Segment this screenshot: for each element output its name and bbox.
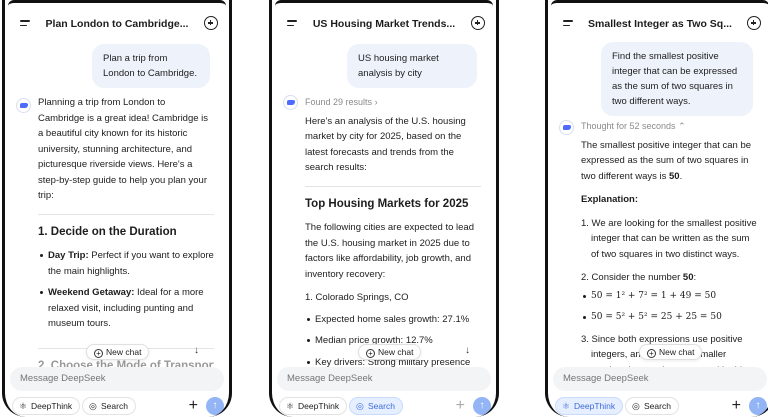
phone-screen-3: Smallest Integer as Two Sq... Find the s… xyxy=(545,0,768,417)
device-frame xyxy=(2,0,232,417)
device-frame xyxy=(545,0,768,417)
phone-screen-2: US Housing Market Trends... US housing m… xyxy=(269,0,499,417)
device-frame xyxy=(269,0,499,417)
phone-screen-1: Plan London to Cambridge... Plan a trip … xyxy=(2,0,232,417)
